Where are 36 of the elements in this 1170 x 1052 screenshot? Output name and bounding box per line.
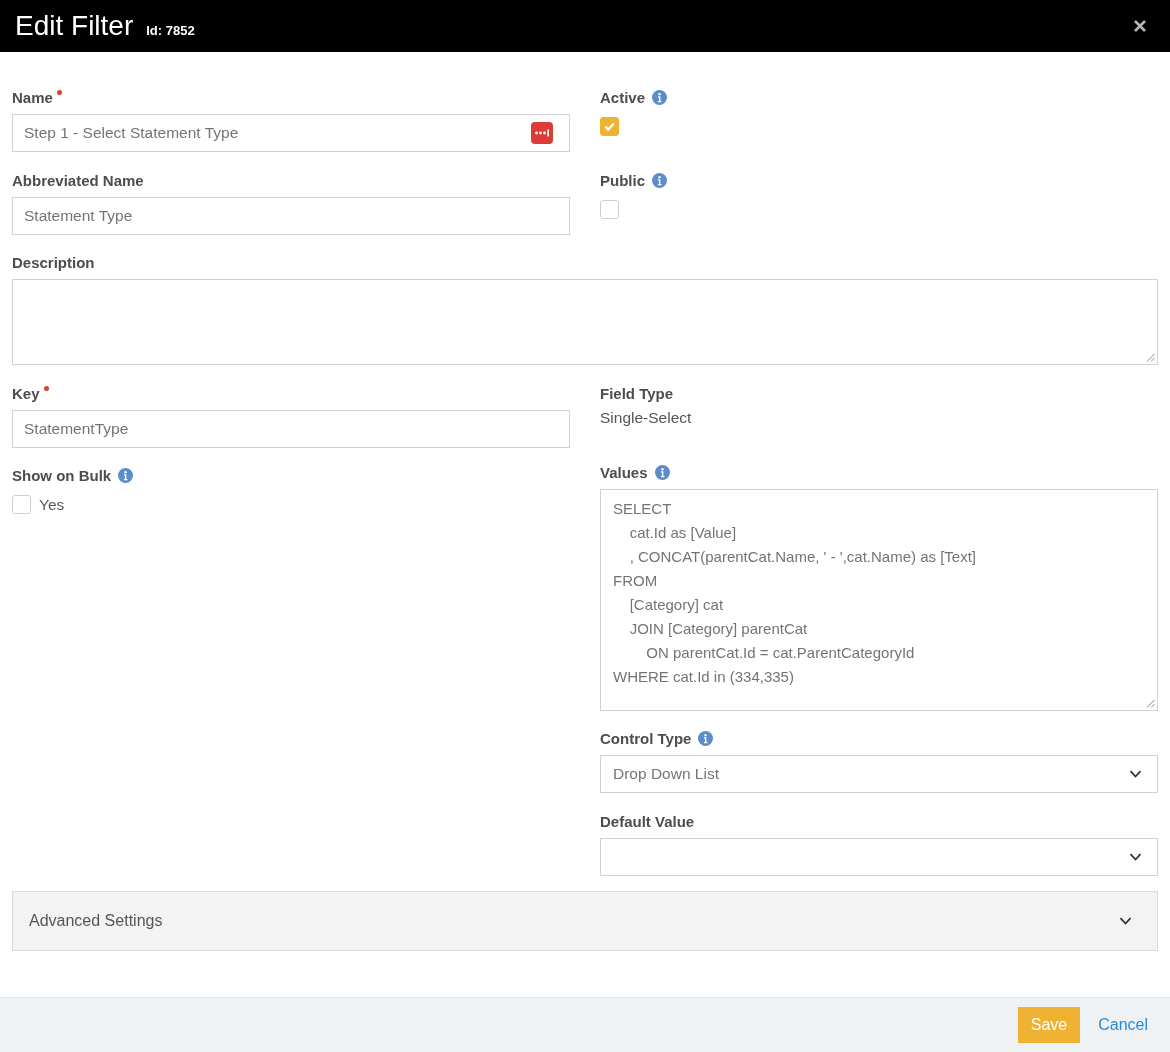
field-label: Description [12, 253, 95, 273]
chevron-down-icon [1129, 852, 1142, 861]
dots-icon[interactable] [531, 122, 553, 144]
field-label: Show on Bulk [12, 466, 112, 486]
text-input[interactable]: Step 1 - Select Statement Type [12, 114, 570, 152]
field-label: Default Value [600, 811, 695, 832]
field-label: Values [600, 462, 648, 483]
field-label: Control Type [600, 729, 692, 749]
field-value: Single-Select [600, 408, 692, 426]
field-label: Public [600, 170, 645, 191]
chevron-down-icon [1119, 916, 1132, 925]
field-label: Key [12, 383, 40, 404]
checkbox[interactable] [12, 495, 31, 514]
dropdown[interactable] [600, 837, 1158, 876]
field-label: Abbreviated Name [12, 170, 144, 191]
dropdown[interactable]: Drop Down List [600, 755, 1158, 793]
checkbox[interactable] [600, 199, 619, 219]
resize-grip-icon[interactable] [1146, 698, 1155, 708]
text-input[interactable]: StatementType [12, 409, 570, 448]
cancel-link[interactable]: Cancel [1098, 1016, 1148, 1034]
text-area[interactable] [12, 279, 1158, 365]
text-area[interactable]: SELECT cat.Id as [Value] , CONCAT(parentCat.Name, ' - ',cat.Name) as [Text] FROM [Category] cat JOIN [Category] parentCat ON parentCat.Id = cat.ParentCategoryId WHERE cat.Id in (334,335) [600, 488, 1158, 711]
text-input[interactable]: Statement Type [12, 196, 570, 235]
field-label: Active [600, 88, 646, 108]
field-label: Name [12, 88, 53, 108]
checkbox[interactable] [600, 117, 619, 136]
close-icon [1134, 20, 1146, 32]
record-id: Id: 7852 [146, 23, 195, 38]
field-label: Field Type [600, 383, 674, 404]
dialog-title: Edit Filter [15, 12, 134, 40]
resize-grip-icon[interactable] [1146, 353, 1155, 362]
accordion-header[interactable]: Advanced Settings [12, 890, 1158, 951]
close-button[interactable] [1134, 20, 1146, 32]
check-icon [604, 122, 615, 131]
checkbox-label[interactable]: Yes [39, 495, 65, 514]
chevron-down-icon [1129, 770, 1142, 778]
